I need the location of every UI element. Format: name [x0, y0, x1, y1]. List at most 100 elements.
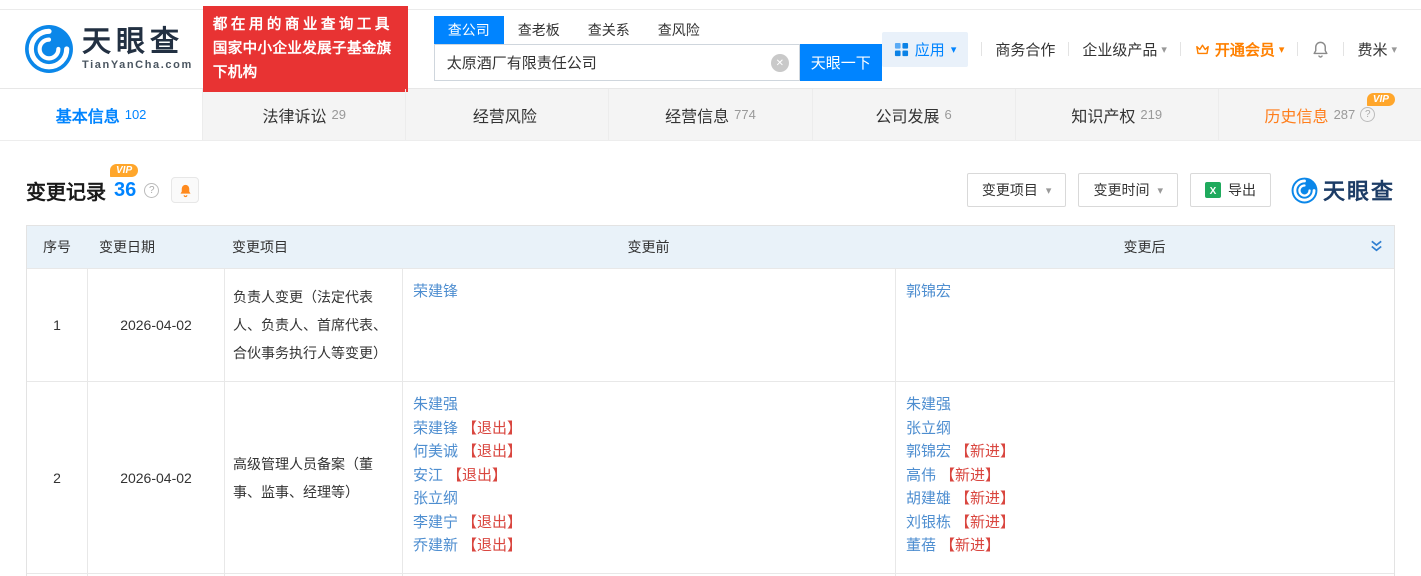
- subscribe-bell-button[interactable]: [171, 177, 199, 203]
- person-link[interactable]: 何美诚: [413, 443, 458, 460]
- person-link[interactable]: 郭锦宏: [906, 443, 951, 460]
- site-header: 天眼查 TianYanCha.com 都在用的商业查询工具 国家中小企业发展子基…: [0, 10, 1421, 88]
- tab-intellectual-property[interactable]: 知识产权 219: [1015, 89, 1218, 140]
- collapse-all-chevron-icon[interactable]: [1369, 239, 1384, 254]
- bell-icon: [178, 183, 193, 198]
- tianyancha-logo[interactable]: 天眼查 TianYanCha.com: [24, 24, 193, 74]
- person-link[interactable]: 胡建雄: [906, 490, 951, 507]
- tab-operation-info[interactable]: 经营信息 774: [608, 89, 811, 140]
- cell-before: 朱建强荣建锋【退出】何美诚【退出】安江【退出】张立纲李建宁【退出】乔建新【退出】: [402, 382, 895, 573]
- person-entry: 乔建新【退出】: [413, 534, 885, 558]
- tianyancha-swirl-icon: [1291, 177, 1318, 204]
- cell-change-item: 高级管理人员备案（董事、监事、经理等）: [224, 382, 402, 573]
- section-count: 36: [114, 179, 136, 201]
- person-entry: 朱建强: [413, 393, 885, 417]
- person-link[interactable]: 郭锦宏: [906, 283, 951, 300]
- person-entry: 刘银栋【新进】: [906, 511, 1384, 535]
- person-entry: 何美诚【退出】: [413, 440, 885, 464]
- table-row: 1 2026-04-02 负责人变更（法定代表人、负责人、首席代表、合伙事务执行…: [27, 268, 1394, 381]
- person-link[interactable]: 董蓓: [906, 537, 936, 554]
- promo-line1: 都在用的商业查询工具: [213, 13, 398, 37]
- cell-after: 朱建强张立纲郭锦宏【新进】高伟【新进】胡建雄【新进】刘银栋【新进】董蓓【新进】: [895, 382, 1394, 573]
- tab-history-info[interactable]: VIP 历史信息 287 ?: [1218, 89, 1421, 140]
- menu-cooperation[interactable]: 商务合作: [995, 39, 1055, 60]
- person-link[interactable]: 朱建强: [413, 396, 458, 413]
- search-button[interactable]: 天眼一下: [800, 44, 882, 81]
- help-icon[interactable]: ?: [144, 183, 159, 198]
- svg-text:X: X: [1210, 186, 1217, 197]
- tab-operation-risk[interactable]: 经营风险: [405, 89, 608, 140]
- search-tab-company[interactable]: 查公司: [434, 16, 504, 44]
- tab-count: 29: [331, 107, 345, 122]
- person-change-tag: 【退出】: [462, 514, 522, 531]
- export-button[interactable]: X 导出: [1190, 173, 1271, 207]
- promo-banner: 都在用的商业查询工具 国家中小企业发展子基金旗下机构: [203, 6, 408, 92]
- tab-label: 历史信息: [1265, 103, 1329, 127]
- tab-count: 102: [125, 107, 147, 122]
- person-link[interactable]: 李建宁: [413, 514, 458, 531]
- tab-count: 287: [1334, 107, 1356, 122]
- person-link[interactable]: 荣建锋: [413, 420, 458, 437]
- notification-bell-icon[interactable]: [1311, 40, 1330, 59]
- menu-user[interactable]: 费米 ▾: [1357, 39, 1397, 60]
- vip-label: 开通会员: [1215, 39, 1275, 60]
- search-input[interactable]: [435, 45, 799, 80]
- caret-down-icon: ▾: [1046, 184, 1052, 197]
- person-entry: 安江【退出】: [413, 464, 885, 488]
- person-entry: 高伟【新进】: [906, 464, 1384, 488]
- caret-down-icon: ▾: [1391, 43, 1397, 56]
- person-entry: 张立纲: [413, 487, 885, 511]
- filter-change-item-dropdown[interactable]: 变更项目 ▾: [967, 173, 1067, 207]
- person-link[interactable]: 高伟: [906, 467, 936, 484]
- person-entry: 荣建锋: [413, 280, 885, 304]
- filter-label: 变更时间: [1093, 180, 1149, 200]
- table-row: 2 2026-04-02 高级管理人员备案（董事、监事、经理等） 朱建强荣建锋【…: [27, 381, 1394, 573]
- divider: [1343, 42, 1344, 56]
- apps-button[interactable]: 应用 ▾: [882, 32, 969, 67]
- divider: [1068, 42, 1069, 56]
- person-link[interactable]: 荣建锋: [413, 283, 458, 300]
- search-box: ✕: [434, 44, 800, 81]
- filter-change-time-dropdown[interactable]: 变更时间 ▾: [1078, 173, 1178, 207]
- enterprise-label: 企业级产品: [1082, 39, 1157, 60]
- username-label: 费米: [1357, 39, 1387, 60]
- person-link[interactable]: 张立纲: [413, 490, 458, 507]
- tab-legal[interactable]: 法律诉讼 29: [202, 89, 405, 140]
- vip-badge: VIP: [110, 164, 138, 177]
- person-change-tag: 【退出】: [462, 420, 522, 437]
- person-change-tag: 【新进】: [955, 490, 1015, 507]
- search-tab-risk[interactable]: 查风险: [644, 16, 714, 44]
- caret-down-icon: ▾: [1161, 43, 1167, 56]
- search-tab-boss[interactable]: 查老板: [504, 16, 574, 44]
- change-record-section-bar: 变更记录 VIP 36 ? 变更项目 ▾ 变更时间 ▾ X 导出: [26, 171, 1395, 209]
- cell-no: 1: [27, 269, 87, 381]
- change-record-table: 序号 变更日期 变更项目 变更前 变更后 1 2026-04-02 负责人变更（…: [26, 225, 1395, 576]
- help-icon[interactable]: ?: [1360, 107, 1375, 122]
- person-link[interactable]: 朱建强: [906, 396, 951, 413]
- person-change-tag: 【新进】: [955, 514, 1015, 531]
- apps-label: 应用: [915, 39, 945, 60]
- person-entry: 胡建雄【新进】: [906, 487, 1384, 511]
- tab-count: 219: [1140, 107, 1162, 122]
- clear-icon[interactable]: ✕: [771, 54, 789, 72]
- person-link[interactable]: 安江: [413, 467, 443, 484]
- menu-vip[interactable]: 开通会员 ▾: [1194, 39, 1285, 60]
- caret-down-icon: ▾: [1279, 43, 1285, 56]
- person-change-tag: 【新进】: [955, 443, 1015, 460]
- person-link[interactable]: 乔建新: [413, 537, 458, 554]
- menu-enterprise[interactable]: 企业级产品 ▾: [1082, 39, 1167, 60]
- person-entry: 郭锦宏【新进】: [906, 440, 1384, 464]
- logo-title: 天眼查: [82, 27, 193, 57]
- search-tab-relation[interactable]: 查关系: [574, 16, 644, 44]
- person-link[interactable]: 张立纲: [906, 420, 951, 437]
- person-change-tag: 【退出】: [462, 537, 522, 554]
- person-link[interactable]: 刘银栋: [906, 514, 951, 531]
- cell-no: 2: [27, 382, 87, 573]
- person-entry: 朱建强: [906, 393, 1384, 417]
- tab-basic-info[interactable]: 基本信息 102: [0, 89, 202, 140]
- tab-company-development[interactable]: 公司发展 6: [812, 89, 1015, 140]
- tab-label: 法律诉讼: [262, 103, 326, 127]
- person-entry: 李建宁【退出】: [413, 511, 885, 535]
- column-header-after: 变更后: [895, 226, 1394, 268]
- cooperation-label: 商务合作: [995, 39, 1055, 60]
